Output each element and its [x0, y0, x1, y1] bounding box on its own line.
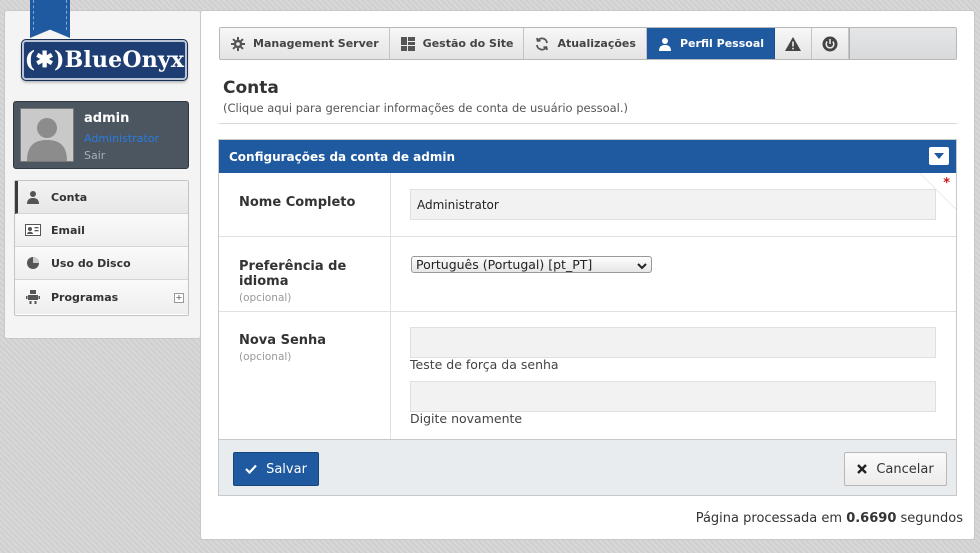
row-password: Nova Senha (opcional) Teste de força da …: [219, 311, 956, 440]
password-optional-note: (opcional): [239, 351, 292, 363]
power-icon: [822, 36, 838, 52]
timing-prefix: Página processada em: [695, 511, 843, 526]
full-name-label: Nome Completo: [239, 195, 356, 210]
sidebar-item-label: Uso do Disco: [51, 256, 131, 270]
cancel-button[interactable]: Cancelar: [844, 452, 947, 486]
password-retype-text: Digite novamente: [410, 411, 523, 426]
user-name: admin: [84, 111, 130, 126]
tab-label: Atualizações: [557, 37, 636, 50]
collapse-button[interactable]: [929, 147, 949, 165]
row-full-name: Nome Completo *: [219, 173, 956, 236]
row-language: Preferência de idioma (opcional) Portugu…: [219, 236, 956, 311]
required-marker: *: [943, 176, 950, 191]
email-icon: [25, 222, 41, 238]
page-title: Conta: [223, 78, 279, 98]
language-select[interactable]: Português (Portugal) [pt_PT]: [411, 256, 652, 273]
tab-label: Perfil Pessoal: [679, 37, 765, 50]
user-icon: [657, 36, 673, 52]
page-timing: Página processada em 0.6690 segundos: [696, 511, 963, 526]
user-icon: [25, 189, 41, 205]
sidebar-item-label: Programas: [51, 290, 119, 304]
language-optional-note: (opcional): [239, 292, 292, 304]
chevron-down-icon: [637, 259, 647, 274]
password-input[interactable]: [410, 327, 936, 358]
check-icon: [245, 464, 257, 474]
language-label: Preferência de idioma: [239, 259, 347, 289]
grid-icon: [400, 36, 416, 52]
tab-label: Management Server: [253, 37, 379, 50]
gear-icon: [230, 36, 246, 52]
pie-chart-icon: [25, 255, 41, 271]
password-label: Nova Senha: [239, 333, 327, 348]
top-tabs: Management Server Gestão do Site Atualiz…: [219, 27, 957, 60]
tab-management-server[interactable]: Management Server: [220, 28, 390, 59]
user-role-link[interactable]: Administrator: [84, 132, 159, 145]
expand-icon[interactable]: +: [174, 293, 184, 303]
sidebar-item-uso-do-disco[interactable]: Uso do Disco: [15, 247, 188, 280]
robot-icon: [25, 289, 41, 305]
save-button-label: Salvar: [266, 461, 307, 477]
tab-warnings[interactable]: [775, 28, 813, 59]
close-icon: [857, 464, 868, 474]
action-bar: Salvar Cancelar: [218, 439, 957, 496]
form-header-title: Configurações da conta de admin: [229, 149, 455, 164]
save-button[interactable]: Salvar: [233, 452, 319, 486]
tab-label: Gestão do Site: [422, 37, 514, 50]
sidebar-item-email[interactable]: Email: [15, 214, 188, 247]
logout-link[interactable]: Sair: [84, 149, 105, 162]
sidebar-nav: Conta Email Uso do Disco Programas +: [14, 180, 189, 316]
required-corner: *: [920, 173, 956, 209]
cancel-button-label: Cancelar: [876, 461, 934, 477]
form-header: Configurações da conta de admin: [219, 140, 956, 173]
blueonyx-logo[interactable]: (✱)BlueOnyx: [22, 40, 187, 80]
page-subtitle[interactable]: (Clique aqui para gerenciar informações …: [223, 101, 628, 115]
timing-suffix: segundos: [900, 511, 963, 526]
tab-atualizacoes[interactable]: Atualizações: [524, 28, 647, 59]
divider: [219, 123, 957, 124]
avatar: [20, 108, 74, 162]
sidebar-item-label: Conta: [51, 190, 88, 204]
sidebar-item-label: Email: [51, 223, 85, 237]
full-name-input[interactable]: [410, 189, 936, 220]
tab-perfil-pessoal[interactable]: Perfil Pessoal: [646, 28, 776, 59]
tab-gestao-do-site[interactable]: Gestão do Site: [390, 28, 525, 59]
sidebar-item-programas[interactable]: Programas +: [15, 280, 188, 314]
password-retype-input[interactable]: [410, 381, 936, 412]
warning-icon: [785, 36, 802, 52]
caret-down-icon: [934, 153, 944, 159]
password-strength-text: Teste de força da senha: [410, 357, 559, 372]
user-box: admin Administrator Sair: [13, 101, 189, 169]
refresh-icon: [534, 36, 550, 52]
main-panel: Management Server Gestão do Site Atualiz…: [200, 10, 975, 540]
tab-bar-filler: [849, 28, 956, 59]
tab-power[interactable]: [812, 28, 850, 59]
language-select-value: Português (Portugal) [pt_PT]: [416, 257, 593, 272]
sidebar-item-conta[interactable]: Conta: [15, 181, 188, 214]
avatar-silhouette-icon: [27, 118, 67, 161]
timing-value: 0.6690: [846, 511, 897, 526]
